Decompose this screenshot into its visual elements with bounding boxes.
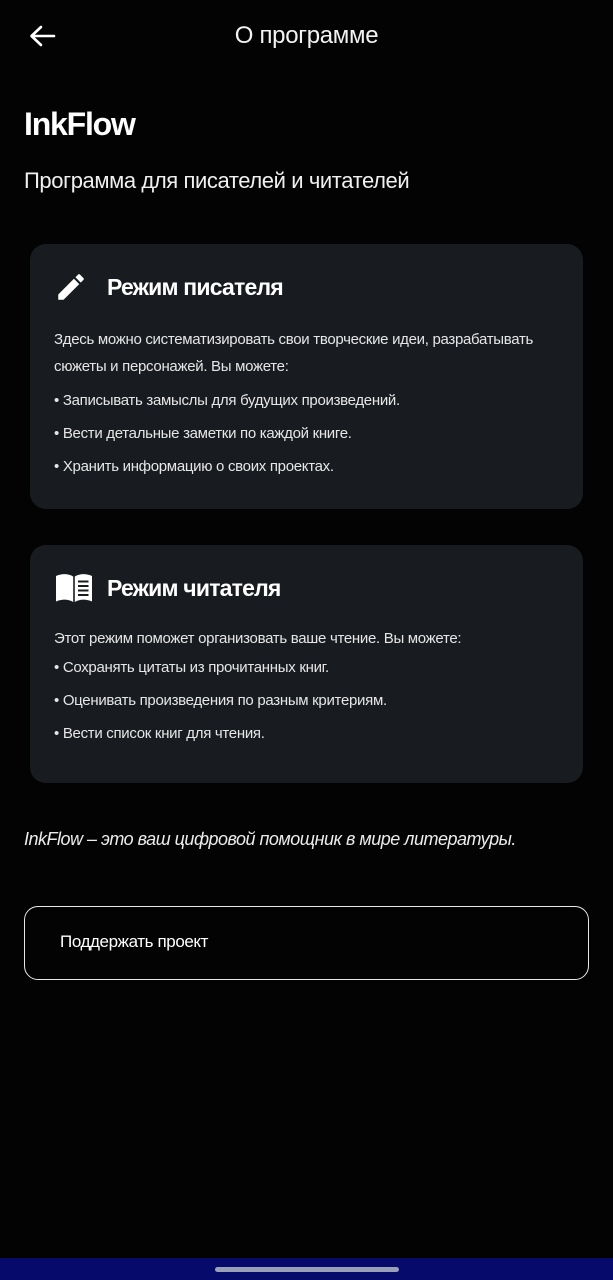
list-item: • Хранить информацию о своих проектах. [54, 458, 334, 475]
reader-mode-card: Режим читателя Этот режим поможет органи… [30, 545, 583, 783]
page-title: О программе [234, 22, 379, 49]
app-subtitle: Программа для писателей и читателей [24, 168, 410, 193]
support-button-label: Поддержать проект [60, 932, 209, 951]
gesture-handle[interactable] [215, 1267, 399, 1272]
support-project-button[interactable]: Поддержать проект [24, 906, 589, 980]
book-icon [54, 570, 94, 606]
app-name: InkFlow [24, 106, 136, 142]
card-description: Этот режим поможет организовать ваше чте… [54, 630, 462, 647]
list-item: • Оценивать произведения по разным крите… [54, 692, 387, 709]
top-app-bar: О программе [0, 0, 613, 78]
card-header: Режим читателя [54, 573, 559, 603]
list-item: • Вести детальные заметки по каждой книг… [54, 425, 352, 442]
card-description: Здесь можно систематизировать свои творч… [54, 331, 534, 375]
writer-mode-card: Режим писателя Здесь можно систематизиро… [30, 244, 583, 509]
card-title: Режим писателя [107, 273, 284, 300]
card-title: Режим читателя [107, 574, 281, 601]
list-item: • Записывать замыслы для будущих произве… [54, 392, 400, 409]
tagline: InkFlow – это ваш цифровой помощник в ми… [24, 829, 516, 849]
list-item: • Сохранять цитаты из прочитанных книг. [54, 659, 329, 676]
pencil-icon [54, 269, 94, 305]
card-header: Режим писателя [54, 272, 559, 302]
system-navigation-bar [0, 1258, 613, 1280]
list-item: • Вести список книг для чтения. [54, 725, 265, 742]
about-screen: О программе InkFlow Программа для писате… [0, 0, 613, 1280]
